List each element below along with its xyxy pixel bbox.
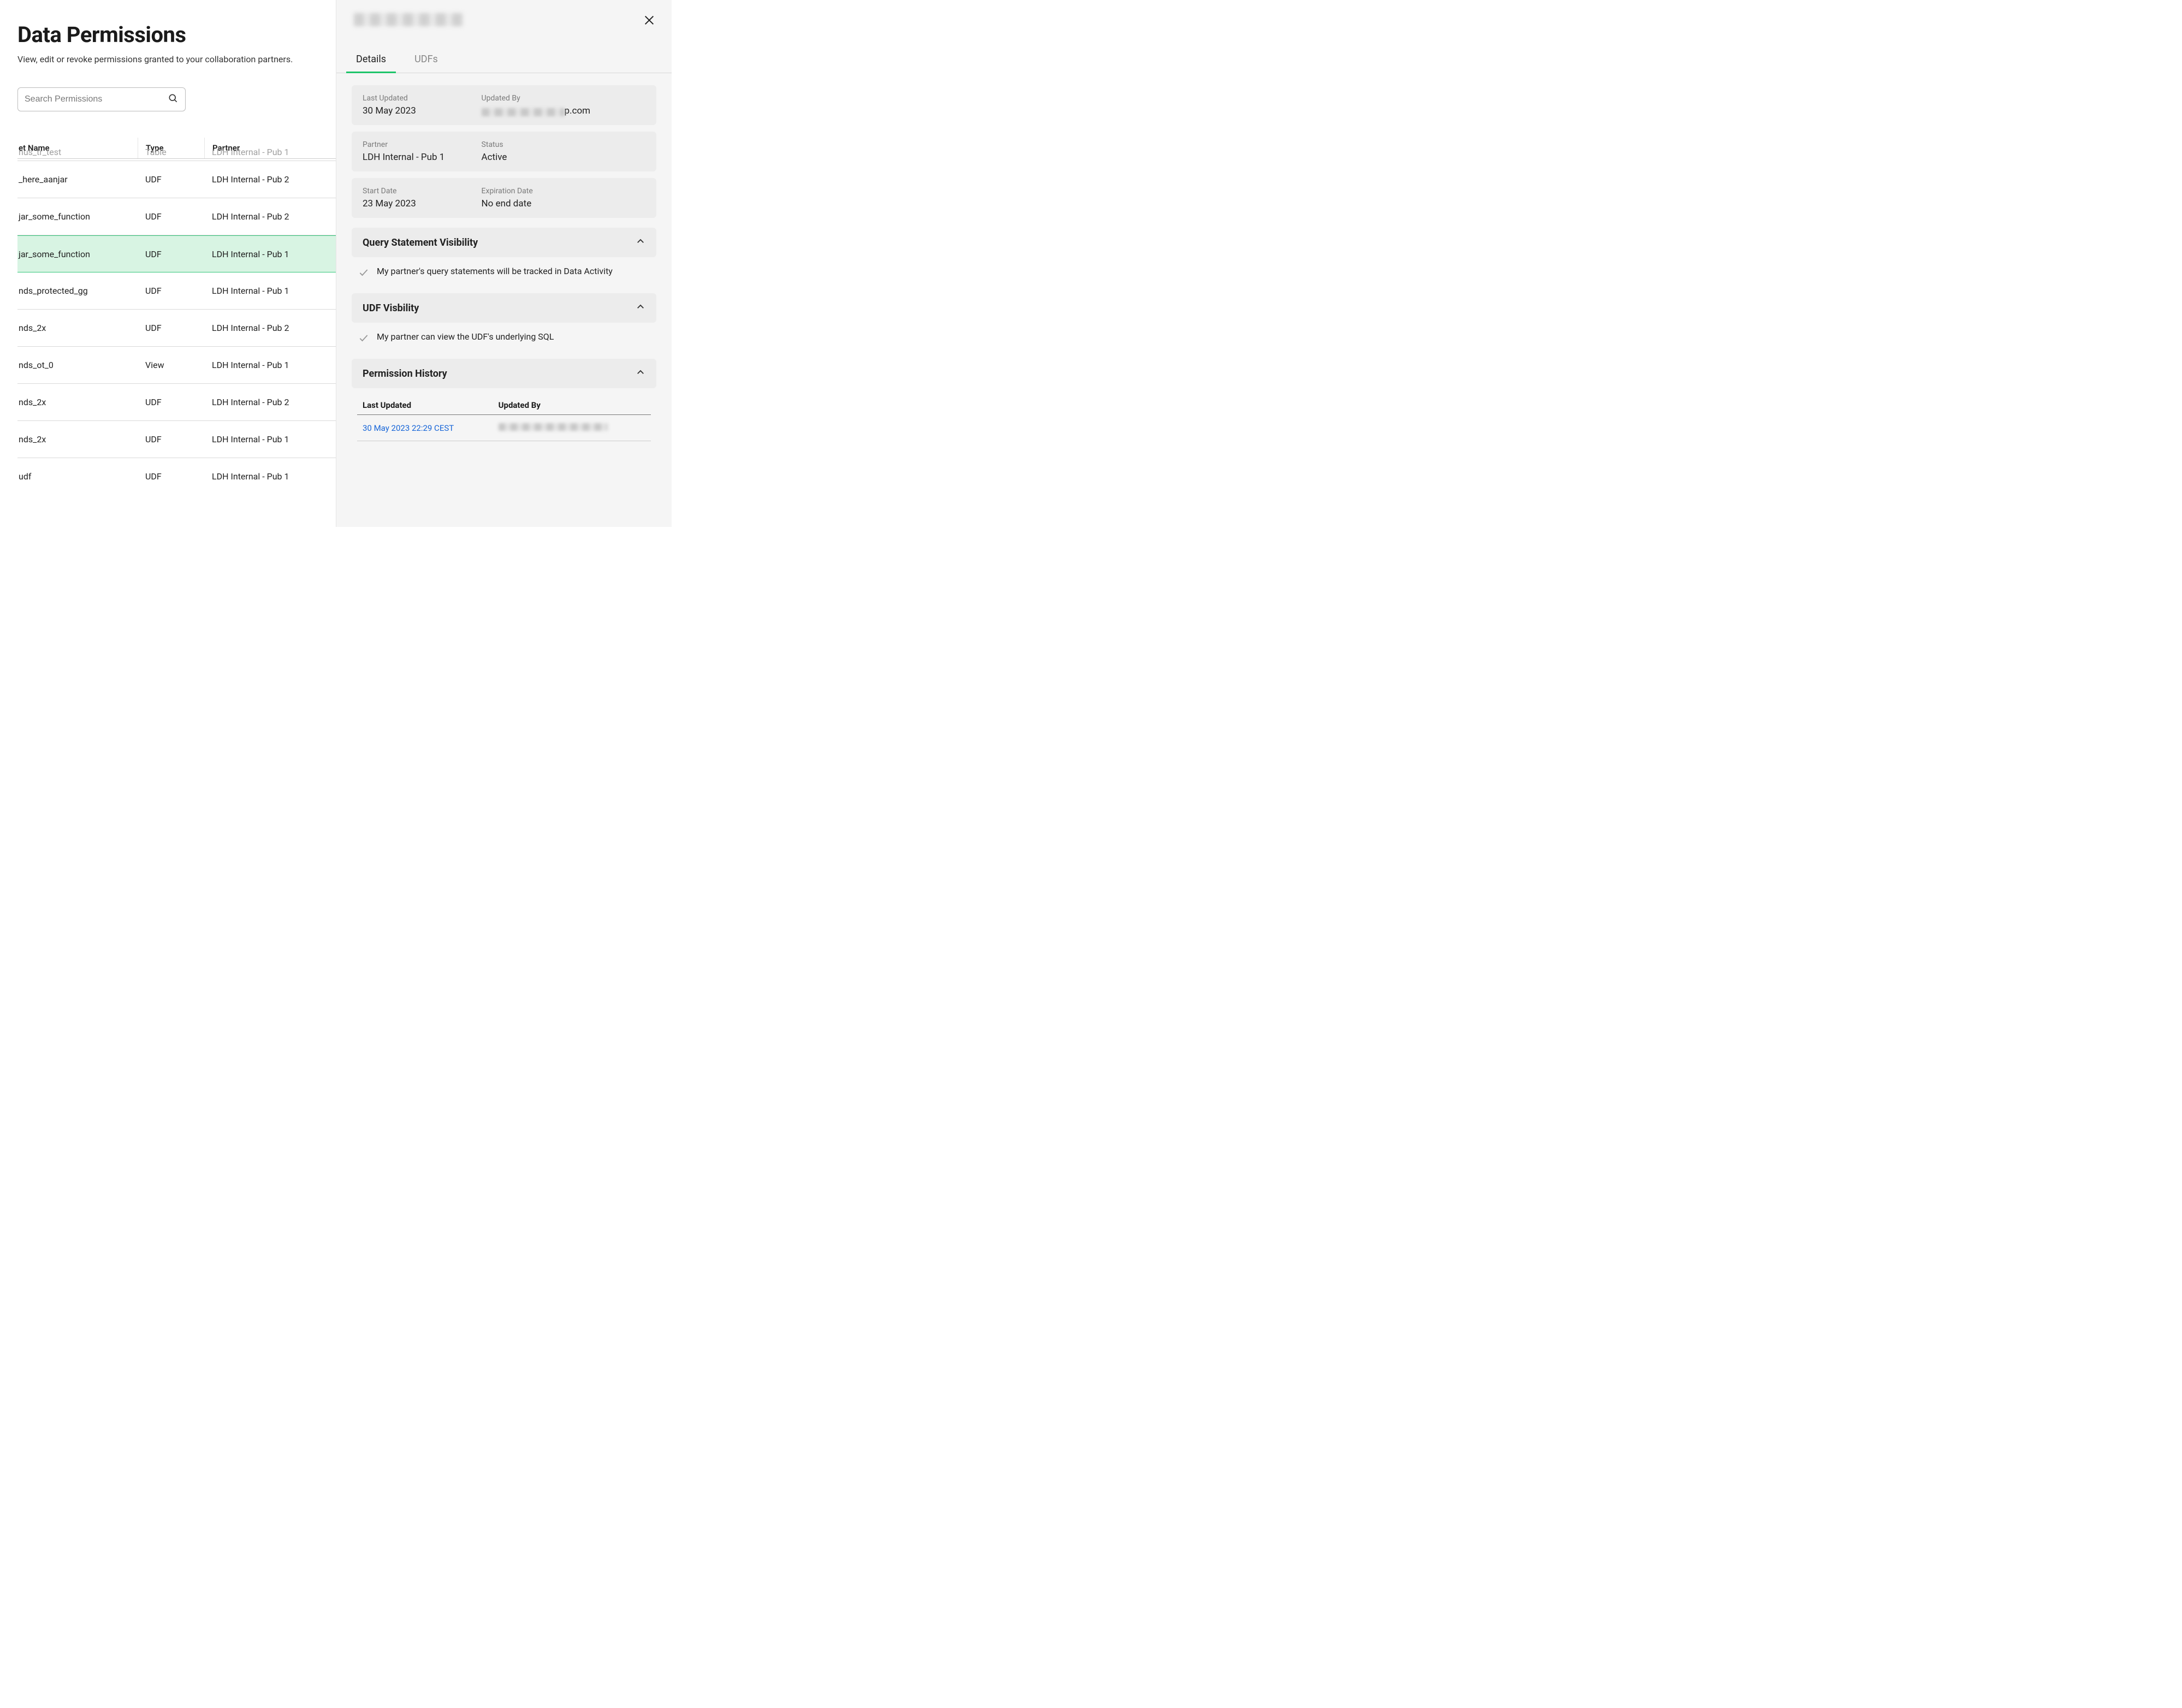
cell-partner: LDH Internal - Pub 2: [204, 174, 336, 185]
right-panel: Details UDFs Last Updated 30 May 2023 Up…: [336, 0, 672, 527]
cell-type: UDF: [138, 471, 204, 482]
cell-type: Table: [138, 147, 204, 157]
page-title: Data Permissions: [17, 22, 336, 48]
table-row[interactable]: nds_protected_ggUDFLDH Internal - Pub 1: [17, 272, 336, 310]
cell-partner: LDH Internal - Pub 1: [204, 147, 336, 157]
last-updated-value: 30 May 2023: [363, 105, 482, 116]
cell-name: nds_2x: [17, 434, 138, 444]
cell-partner: LDH Internal - Pub 1: [204, 434, 336, 444]
cell-name: nds_2x: [17, 323, 138, 333]
tab-udfs[interactable]: UDFs: [412, 46, 440, 73]
search-icon: [168, 93, 179, 106]
section-permission-history-title: Permission History: [363, 368, 447, 379]
status-label: Status: [482, 140, 645, 149]
start-date-value: 23 May 2023: [363, 198, 482, 209]
redacted-email-prefix: [482, 108, 565, 116]
info-card-partner: Partner LDH Internal - Pub 1 Status Acti…: [352, 132, 656, 171]
partner-value: LDH Internal - Pub 1: [363, 152, 482, 163]
panel-title-redacted: [354, 13, 463, 26]
table-row[interactable]: nds_2xUDFLDH Internal - Pub 1: [17, 421, 336, 458]
cell-partner: LDH Internal - Pub 2: [204, 323, 336, 333]
cell-type: View: [138, 360, 204, 370]
cell-type: UDF: [138, 286, 204, 296]
cell-name: nds_protected_gg: [17, 286, 138, 296]
cell-name: udf: [17, 471, 138, 482]
table-row[interactable]: nds_2xUDFLDH Internal - Pub 2: [17, 384, 336, 421]
section-permission-history-header[interactable]: Permission History: [352, 359, 656, 388]
cell-type: UDF: [138, 323, 204, 333]
expiration-date-label: Expiration Date: [482, 187, 645, 195]
search-input[interactable]: [25, 94, 168, 104]
chevron-up-icon: [636, 236, 645, 248]
cell-name: nds_2x: [17, 397, 138, 407]
section-query-visibility-title: Query Statement Visibility: [363, 237, 478, 248]
history-timestamp-link[interactable]: 30 May 2023 22:29 CEST: [363, 423, 499, 433]
history-row[interactable]: 30 May 2023 22:29 CEST: [357, 415, 651, 441]
section-udf-visibility-header[interactable]: UDF Visbility: [352, 293, 656, 323]
cell-type: UDF: [138, 174, 204, 185]
table-row[interactable]: jar_some_functionUDFLDH Internal - Pub 1: [17, 235, 336, 272]
start-date-label: Start Date: [363, 187, 482, 195]
expiration-date-value: No end date: [482, 198, 645, 209]
cell-partner: LDH Internal - Pub 2: [204, 397, 336, 407]
redacted-history-author: [499, 423, 608, 431]
chevron-up-icon: [636, 302, 645, 314]
last-updated-label: Last Updated: [363, 94, 482, 103]
table-body[interactable]: nus_tr_testTableLDH Internal - Pub 1_her…: [17, 144, 336, 482]
cell-partner: LDH Internal - Pub 2: [204, 211, 336, 222]
cell-name: nus_tr_test: [17, 147, 138, 157]
close-button[interactable]: [642, 13, 656, 29]
info-card-dates: Start Date 23 May 2023 Expiration Date N…: [352, 178, 656, 218]
chevron-up-icon: [636, 367, 645, 379]
partner-label: Partner: [363, 140, 482, 149]
table-row[interactable]: nds_2xUDFLDH Internal - Pub 2: [17, 310, 336, 347]
section-query-visibility-header[interactable]: Query Statement Visibility: [352, 228, 656, 257]
permissions-table: et Name Type Partner nus_tr_testTableLDH…: [17, 138, 336, 482]
search-box[interactable]: [17, 87, 186, 111]
checkmark-icon: [358, 265, 369, 280]
detail-tabs: Details UDFs: [336, 46, 672, 73]
history-col-last-updated: Last Updated: [363, 400, 499, 410]
cell-name: nds_ot_0: [17, 360, 138, 370]
status-value: Active: [482, 152, 645, 163]
cell-name: _here_aanjar: [17, 174, 138, 185]
table-row[interactable]: jar_some_functionUDFLDH Internal - Pub 2: [17, 198, 336, 235]
table-row[interactable]: nds_ot_0ViewLDH Internal - Pub 1: [17, 347, 336, 384]
cell-name: jar_some_function: [17, 211, 138, 222]
cell-type: UDF: [138, 249, 204, 259]
table-row[interactable]: _here_aanjarUDFLDH Internal - Pub 2: [17, 161, 336, 198]
cell-partner: LDH Internal - Pub 1: [204, 471, 336, 482]
table-row[interactable]: udfUDFLDH Internal - Pub 1: [17, 458, 336, 482]
updated-by-value: p.com: [482, 105, 645, 116]
updated-by-label: Updated By: [482, 94, 645, 103]
page-subtitle: View, edit or revoke permissions granted…: [17, 54, 336, 64]
history-col-updated-by: Updated By: [499, 400, 645, 410]
cell-partner: LDH Internal - Pub 1: [204, 286, 336, 296]
cell-partner: LDH Internal - Pub 1: [204, 249, 336, 259]
cell-type: UDF: [138, 434, 204, 444]
cell-name: jar_some_function: [17, 249, 138, 259]
cell-partner: LDH Internal - Pub 1: [204, 360, 336, 370]
left-panel: Data Permissions View, edit or revoke pe…: [0, 0, 336, 527]
section-query-visibility-text: My partner's query statements will be tr…: [377, 265, 613, 278]
tab-details[interactable]: Details: [354, 46, 388, 73]
section-udf-visibility-title: UDF Visbility: [363, 303, 419, 314]
checkmark-icon: [358, 330, 369, 346]
cell-type: UDF: [138, 211, 204, 222]
info-card-updated: Last Updated 30 May 2023 Updated By p.co…: [352, 85, 656, 125]
section-udf-visibility-text: My partner can view the UDF's underlying…: [377, 330, 554, 343]
cell-type: UDF: [138, 397, 204, 407]
permission-history-table: Last Updated Updated By 30 May 2023 22:2…: [352, 396, 656, 441]
